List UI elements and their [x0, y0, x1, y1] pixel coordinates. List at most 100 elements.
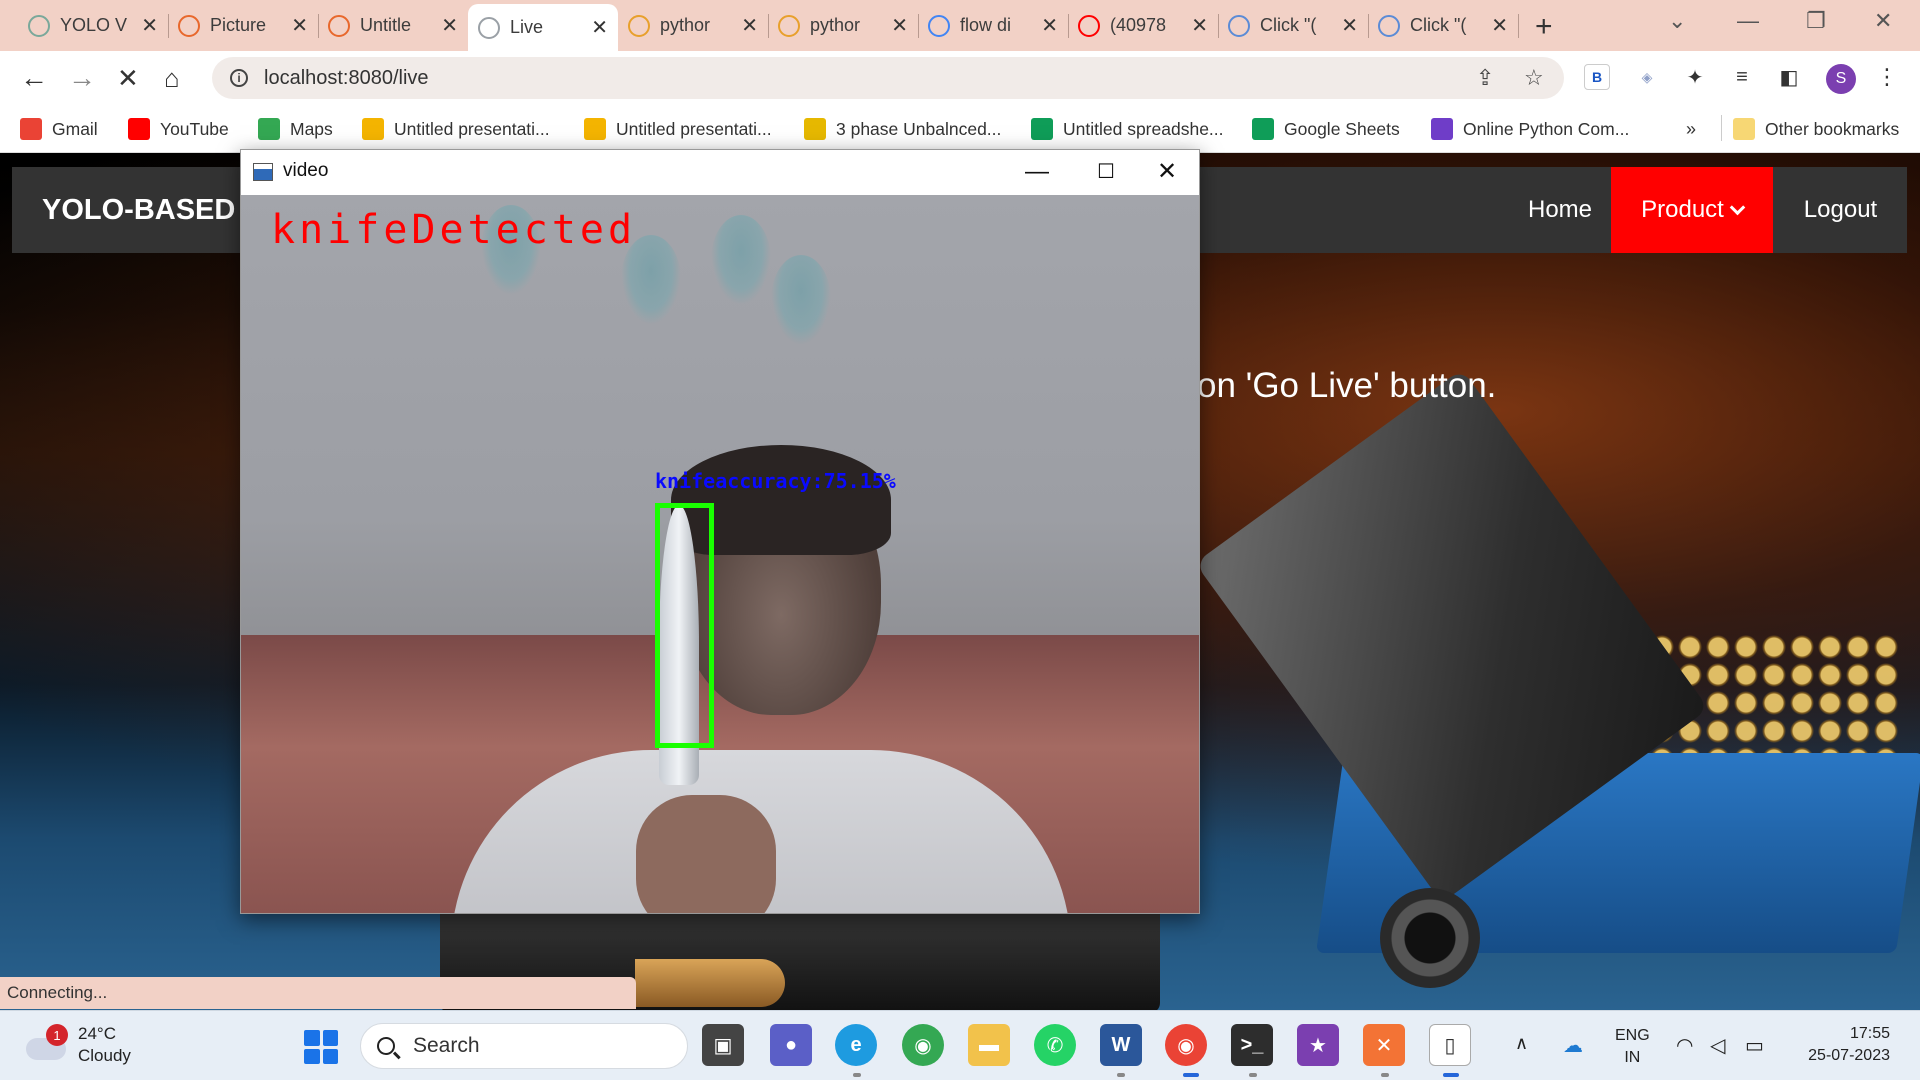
tab-4[interactable]: pythor ✕ — [618, 8, 768, 43]
tab-close-icon[interactable]: ✕ — [741, 13, 758, 38]
tab-3[interactable]: Live ✕ — [468, 4, 618, 51]
nav-product-dropdown[interactable]: Product — [1611, 167, 1773, 253]
address-bar[interactable]: i localhost:8080/live ⇪ ☆ — [212, 57, 1564, 99]
extensions-puzzle-icon[interactable]: ✦ — [1682, 64, 1708, 90]
tab-title: Picture — [210, 15, 267, 35]
extension-b-icon[interactable]: B — [1584, 64, 1610, 90]
bookmark-item[interactable]: Untitled presentati... — [584, 115, 772, 143]
sublime-icon — [778, 14, 800, 37]
bookmark-item[interactable]: Untitled spreadshe... — [1031, 115, 1224, 143]
tab-close-icon[interactable]: ✕ — [591, 15, 608, 40]
battery-icon[interactable]: ▭ — [1745, 1033, 1764, 1058]
bookmark-star-icon[interactable]: ☆ — [1524, 65, 1544, 91]
bookmark-item[interactable]: Untitled presentati... — [362, 115, 550, 143]
bookmark-item[interactable]: YouTube — [128, 115, 229, 143]
task-view-icon[interactable]: ▣ — [702, 1024, 744, 1066]
tab-8[interactable]: Click "(✕ — [1218, 8, 1368, 43]
video-maximize-button[interactable]: ☐ — [1076, 154, 1136, 190]
share-icon[interactable]: ⇪ — [1476, 65, 1494, 91]
media-control-icon[interactable]: ≡ — [1729, 64, 1755, 90]
bookmarks-overflow-icon[interactable]: » — [1686, 115, 1696, 143]
tab-2[interactable]: Untitle ✕ — [318, 8, 468, 43]
tab-6[interactable]: flow di ✕ — [918, 8, 1068, 43]
bookmark-item[interactable]: Online Python Com... — [1431, 115, 1629, 143]
nav-logout-link[interactable]: Logout — [1774, 167, 1907, 253]
restore-window-button[interactable]: ❐ — [1806, 8, 1826, 34]
detection-status-label: knifeDetected — [271, 207, 637, 253]
back-arrow-icon[interactable]: ← — [20, 63, 48, 93]
system-clock[interactable]: 17:55 25-07-2023 — [1798, 1023, 1890, 1067]
volume-icon[interactable]: ◁ — [1710, 1033, 1725, 1058]
edge-icon[interactable]: e — [835, 1024, 877, 1066]
window-app-icon — [253, 163, 273, 181]
tab-close-icon[interactable]: ✕ — [291, 13, 308, 38]
other-bookmarks-folder[interactable]: Other bookmarks — [1733, 115, 1899, 143]
video-window-titlebar[interactable]: video — ☐ ✕ — [241, 150, 1199, 195]
site-info-icon[interactable]: i — [230, 69, 248, 87]
bookmark-item[interactable]: Gmail — [20, 115, 98, 143]
tab-5[interactable]: pythor ✕ — [768, 8, 918, 43]
tab-close-icon[interactable]: ✕ — [441, 13, 458, 38]
stop-loading-icon[interactable]: ✕ — [117, 63, 139, 93]
nav-home-link[interactable]: Home — [1510, 167, 1610, 253]
profile-avatar[interactable]: S — [1826, 64, 1856, 94]
close-window-button[interactable]: ✕ — [1874, 8, 1892, 34]
drawio-icon — [1378, 14, 1400, 37]
tab-title: (40978 — [1110, 15, 1167, 35]
url-text[interactable]: localhost:8080/live — [264, 67, 429, 90]
chrome-icon-active[interactable]: ◉ — [1165, 1024, 1207, 1066]
minimize-window-button[interactable]: — — [1737, 8, 1759, 34]
terminal-icon[interactable]: >_ — [1231, 1024, 1273, 1066]
tab-close-icon[interactable]: ✕ — [1491, 13, 1508, 38]
tab-7[interactable]: (40978 ✕ — [1068, 8, 1218, 43]
taskbar-search[interactable]: Search — [360, 1023, 688, 1069]
search-icon — [377, 1037, 395, 1055]
notepad-icon[interactable]: ▯ — [1429, 1024, 1471, 1066]
new-tab-button[interactable]: + — [1535, 10, 1553, 44]
home-icon[interactable]: ⌂ — [164, 63, 180, 93]
xampp-icon[interactable]: ✕ — [1363, 1024, 1405, 1066]
star-app-icon[interactable]: ★ — [1297, 1024, 1339, 1066]
whatsapp-icon[interactable]: ✆ — [1034, 1024, 1076, 1066]
wifi-icon[interactable]: ◠ — [1676, 1033, 1693, 1058]
onedrive-icon[interactable]: ☁ — [1563, 1033, 1583, 1058]
video-minimize-button[interactable]: — — [1007, 154, 1067, 190]
tab-close-icon[interactable]: ✕ — [891, 13, 908, 38]
side-panel-icon[interactable]: ◧ — [1776, 64, 1802, 90]
file-explorer-icon[interactable]: ▬ — [968, 1024, 1010, 1066]
tab-title: Untitle — [360, 15, 412, 35]
word-icon[interactable]: W — [1100, 1024, 1142, 1066]
tab-0[interactable]: YOLO V ✕ — [18, 8, 168, 43]
tab-close-icon[interactable]: ✕ — [1191, 13, 1208, 38]
browser-menu-icon[interactable]: ⋮ — [1874, 64, 1900, 90]
extension-vpn-icon[interactable]: ◈ — [1634, 64, 1660, 90]
bookmark-item[interactable]: Google Sheets — [1252, 115, 1400, 143]
person-hand — [636, 795, 776, 913]
drawio-icon — [1228, 14, 1250, 37]
bookmark-label: Maps — [290, 118, 333, 139]
input-language[interactable]: ENG IN — [1615, 1025, 1650, 1069]
teams-chat-icon[interactable]: ● — [770, 1024, 812, 1066]
chrome-icon[interactable]: ◉ — [902, 1024, 944, 1066]
weather-widget[interactable]: 1 24°C Cloudy — [26, 1023, 131, 1067]
tab-1[interactable]: Picture ✕ — [168, 8, 318, 43]
site-brand[interactable]: YOLO-BASED — [42, 167, 235, 253]
tab-search-icon[interactable]: ⌄ — [1668, 8, 1686, 34]
active-indicator — [1443, 1073, 1459, 1077]
bookmark-label: Online Python Com... — [1463, 118, 1630, 139]
tab-close-icon[interactable]: ✕ — [1041, 13, 1058, 38]
bookmark-icon — [804, 118, 826, 140]
video-window[interactable]: video — ☐ ✕ knifeaccuracy:75.15% knifeDe… — [240, 149, 1200, 914]
video-close-button[interactable]: ✕ — [1137, 154, 1197, 190]
running-indicator — [1381, 1073, 1389, 1077]
youtube-icon — [1078, 14, 1100, 37]
forward-arrow-icon[interactable]: → — [68, 63, 96, 93]
tab-close-icon[interactable]: ✕ — [141, 13, 158, 38]
tray-chevron-up-icon[interactable]: ∧ — [1515, 1033, 1528, 1054]
bookmark-item[interactable]: Maps — [258, 115, 333, 143]
other-bookmarks-label: Other bookmarks — [1765, 118, 1900, 139]
tab-9[interactable]: Click "(✕ — [1368, 8, 1518, 43]
windows-start-icon[interactable] — [304, 1030, 338, 1064]
tab-close-icon[interactable]: ✕ — [1341, 13, 1358, 38]
bookmark-item[interactable]: 3 phase Unbalnced... — [804, 115, 1001, 143]
